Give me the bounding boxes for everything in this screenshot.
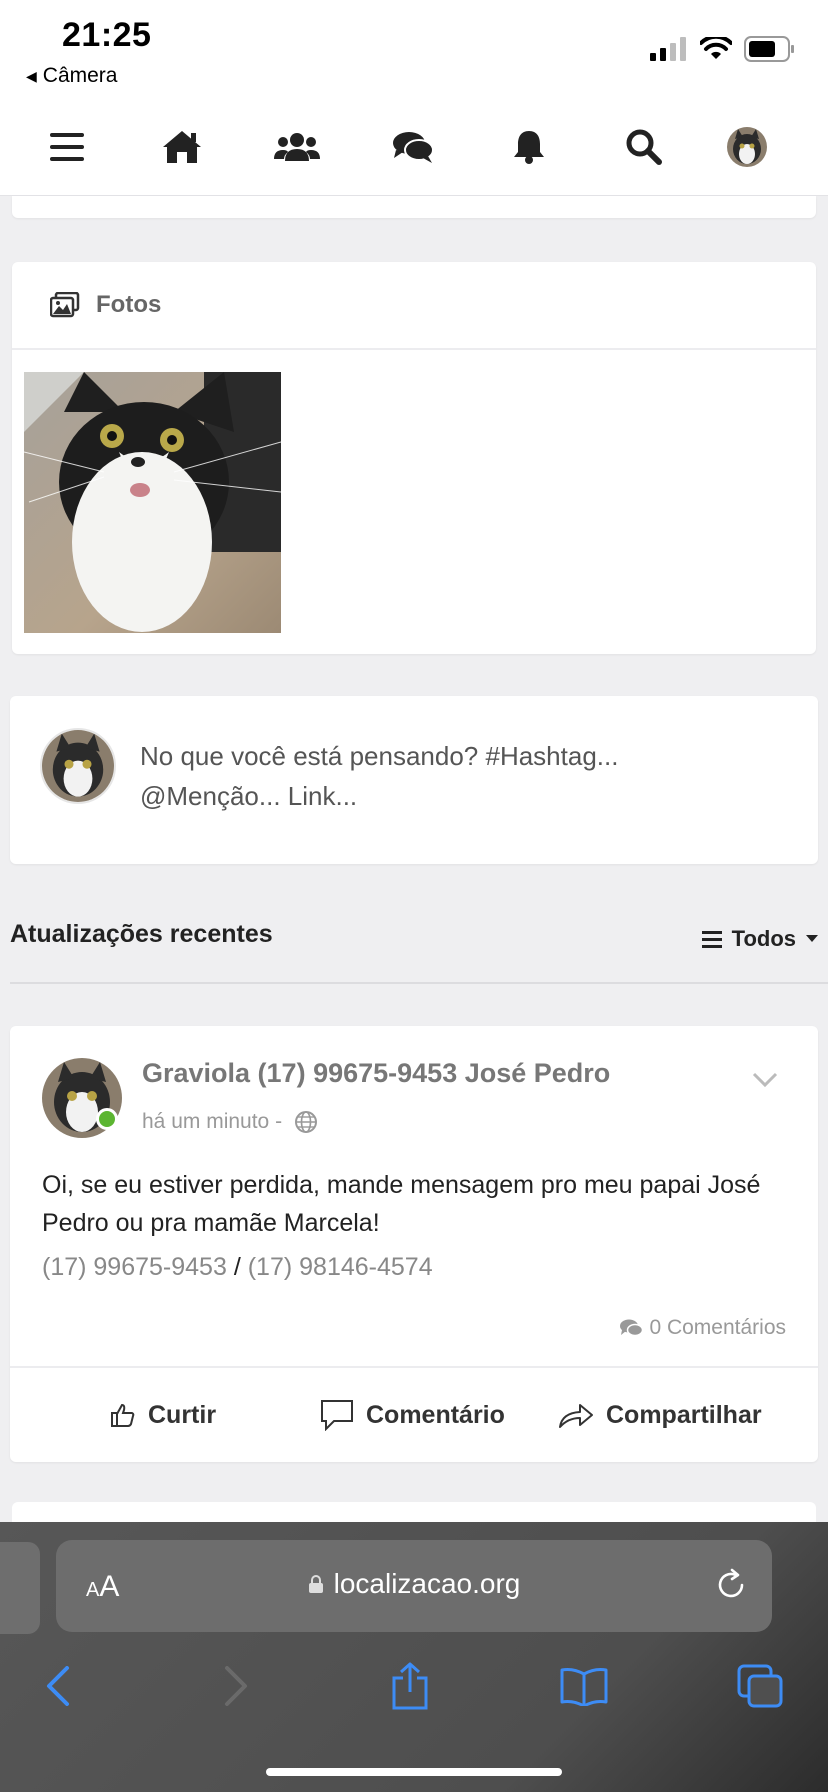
online-status-dot [96,1108,118,1130]
users-icon [274,133,320,161]
thumbs-up-icon [111,1403,135,1427]
previous-card-edge [12,196,816,218]
comment-icon [321,1400,353,1431]
post-actions: Curtir Comentário Compartilhar [10,1368,818,1462]
comments-icon [620,1319,644,1337]
search-button[interactable] [617,120,671,174]
tabs-button[interactable] [730,1656,790,1716]
tabs-icon [737,1664,783,1708]
phone-link-2[interactable]: (17) 98146-4574 [248,1253,433,1281]
notifications-button[interactable] [502,120,556,174]
book-icon [560,1668,608,1706]
previous-tab-preview[interactable] [0,1542,40,1634]
like-label: Curtir [148,1400,217,1429]
forward-button[interactable] [206,1656,266,1716]
bookmarks-button[interactable] [554,1656,614,1716]
url-text: localizacao.org [333,1568,521,1599]
back-app-label: Câmera [42,64,118,87]
share-sheet-button[interactable] [380,1656,440,1716]
friends-button[interactable] [270,120,324,174]
chevron-down-icon [752,1072,778,1088]
comment-button[interactable]: Comentário [320,1368,505,1462]
share-sheet-icon [392,1662,428,1710]
phone-separator: / [233,1253,241,1281]
home-indicator[interactable] [266,1768,562,1776]
search-icon [626,129,662,165]
bell-icon [514,131,544,164]
cat-avatar-image [42,730,114,802]
chat-icon [393,132,434,163]
url-display[interactable]: localizacao.org [56,1568,772,1600]
lock-icon [308,1575,323,1593]
like-button[interactable]: Curtir [110,1368,216,1462]
recent-updates-title: Atualizações recentes [10,920,273,948]
post-card: Graviola (17) 99675-9453 José Pedro há u… [10,1026,818,1462]
comment-label: Comentário [366,1400,505,1429]
status-time: 21:25 [62,16,152,54]
photos-header: Fotos [12,262,816,350]
cat-photo-image [24,372,281,633]
battery-icon [744,36,794,62]
browser-toolbar: AA localizacao.org [0,1522,828,1792]
menu-button[interactable] [40,120,94,174]
status-bar: 21:25 ◀ Câmera [0,0,828,100]
signal-icon [650,37,686,61]
filter-label: Todos [731,926,796,951]
section-divider [10,982,828,984]
post-composer[interactable]: No que você está pensando? #Hashtag... @… [10,696,818,864]
caret-down-icon [806,935,818,942]
phone-link-1[interactable]: (17) 99675-9453 [42,1253,227,1281]
messages-button[interactable] [386,120,440,174]
next-card-edge [12,1502,816,1522]
images-icon [50,292,80,318]
cat-avatar-image [727,127,767,167]
address-bar[interactable]: AA localizacao.org [56,1540,772,1632]
menu-icon [50,133,84,161]
list-icon [701,931,722,948]
profile-avatar-button[interactable] [720,120,774,174]
share-icon [559,1404,593,1428]
composer-placeholder[interactable]: No que você está pensando? #Hashtag... @… [140,736,700,816]
back-triangle-icon: ◀ [26,67,37,84]
photos-card: Fotos [12,262,816,654]
reload-icon [718,1568,744,1598]
status-icons [650,36,796,62]
chevron-left-icon [47,1666,69,1706]
share-label: Compartilhar [606,1400,762,1429]
home-icon [163,131,201,163]
back-button[interactable] [28,1656,88,1716]
reload-button[interactable] [714,1568,748,1607]
share-button[interactable]: Compartilhar [558,1368,762,1462]
avatar [727,127,767,167]
globe-icon [295,1111,318,1133]
photos-title: Fotos [96,291,162,318]
composer-avatar [40,728,116,804]
photo-thumbnail[interactable] [24,372,281,633]
post-phones: (17) 99675-9453 / (17) 98146-4574 [42,1248,433,1286]
post-body-text: Oi, se eu estiver perdida, mande mensage… [42,1171,761,1237]
filter-dropdown[interactable]: Todos [701,926,818,952]
post-author-name[interactable]: Graviola (17) 99675-9453 José Pedro [142,1058,610,1089]
top-nav-bar [0,100,828,196]
post-meta: há um minuto - [142,1110,318,1134]
post-time[interactable]: há um minuto - [142,1110,282,1134]
post-options-button[interactable] [752,1072,778,1093]
wifi-icon [700,37,732,59]
back-to-app-link[interactable]: ◀ Câmera [26,64,117,88]
comments-count-label: 0 Comentários [649,1316,786,1339]
home-button[interactable] [155,120,209,174]
comments-count[interactable]: 0 Comentários [619,1316,786,1340]
chevron-right-icon [225,1666,247,1706]
